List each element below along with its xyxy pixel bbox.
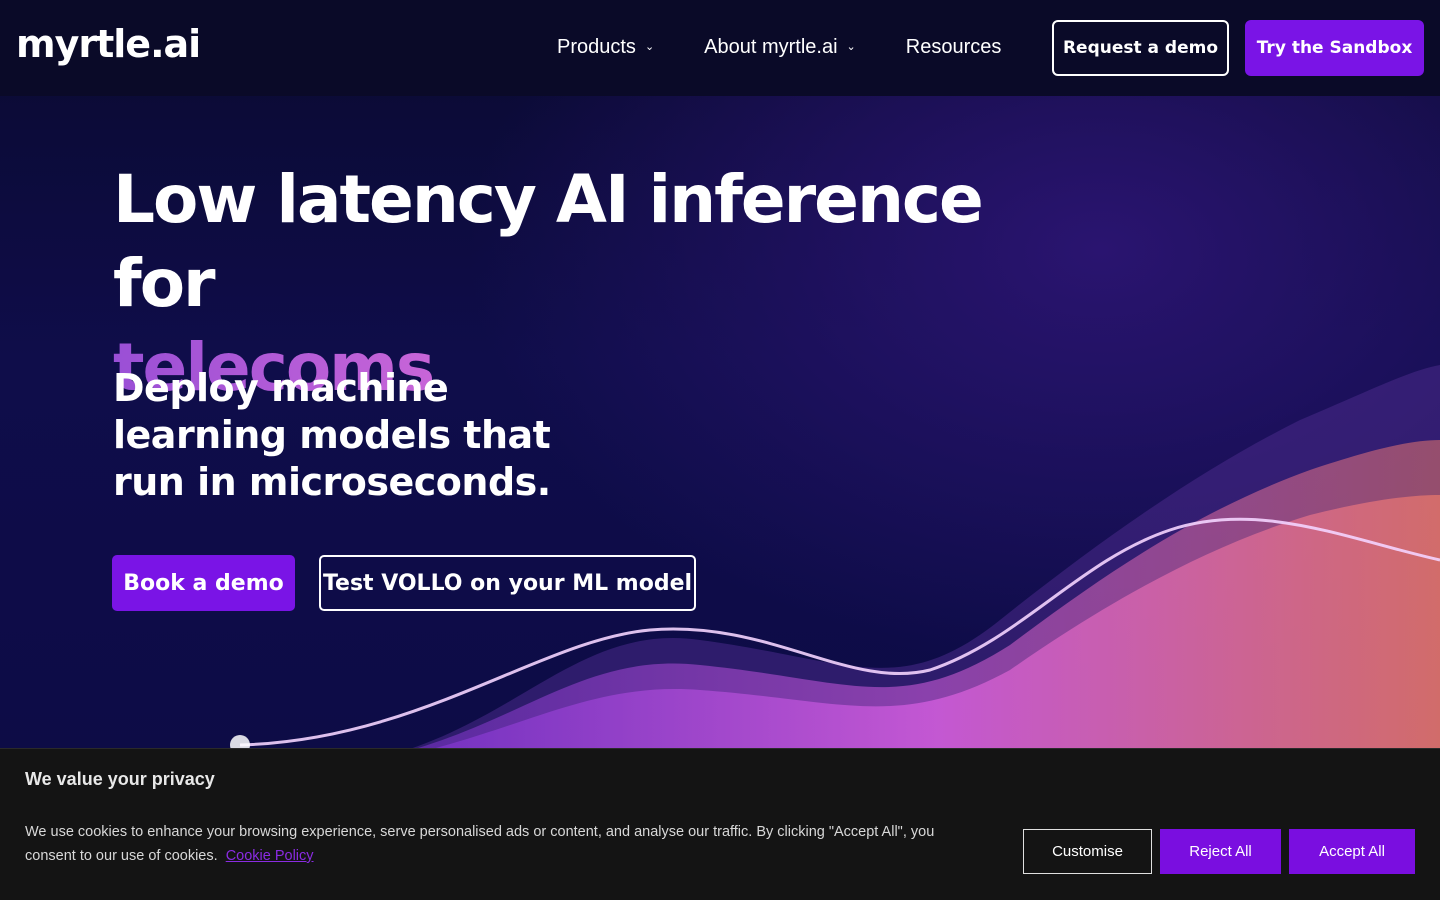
logo[interactable]: myrtle.ai — [16, 22, 201, 66]
try-sandbox-button[interactable]: Try the Sandbox — [1245, 20, 1424, 76]
nav-item-label: Resources — [905, 36, 1002, 58]
cookie-policy-link[interactable]: Cookie Policy — [226, 848, 314, 864]
cookie-banner-body: We use cookies to enhance your browsing … — [25, 824, 935, 864]
cookie-banner: We value your privacy We use cookies to … — [0, 748, 1440, 900]
reject-all-button[interactable]: Reject All — [1160, 829, 1281, 874]
customise-button[interactable]: Customise — [1023, 829, 1152, 874]
nav-item-label: About myrtle.ai — [704, 36, 838, 58]
cookie-banner-text: We use cookies to enhance your browsing … — [25, 820, 985, 868]
main-nav: Products ⌄ About myrtle.ai ⌄ Resources — [557, 36, 1051, 59]
cookie-banner-title: We value your privacy — [25, 769, 215, 789]
site-header: myrtle.ai Products ⌄ About myrtle.ai ⌄ R… — [0, 0, 1440, 96]
request-demo-button[interactable]: Request a demo — [1052, 20, 1229, 76]
nav-item-products[interactable]: Products ⌄ — [557, 36, 654, 59]
test-vollo-button[interactable]: Test VOLLO on your ML model — [319, 555, 696, 611]
accept-all-button[interactable]: Accept All — [1289, 829, 1415, 874]
book-demo-button[interactable]: Book a demo — [112, 555, 295, 611]
hero-headline-text: Low latency AI inference for — [113, 161, 984, 322]
nav-item-resources[interactable]: Resources — [906, 36, 1002, 59]
nav-item-about[interactable]: About myrtle.ai ⌄ — [704, 36, 856, 59]
chevron-down-icon: ⌄ — [846, 41, 856, 53]
hero-subheadline: Deploy machine learning models that run … — [113, 366, 551, 504]
chevron-down-icon: ⌄ — [644, 41, 655, 53]
nav-item-label: Products — [557, 36, 636, 58]
